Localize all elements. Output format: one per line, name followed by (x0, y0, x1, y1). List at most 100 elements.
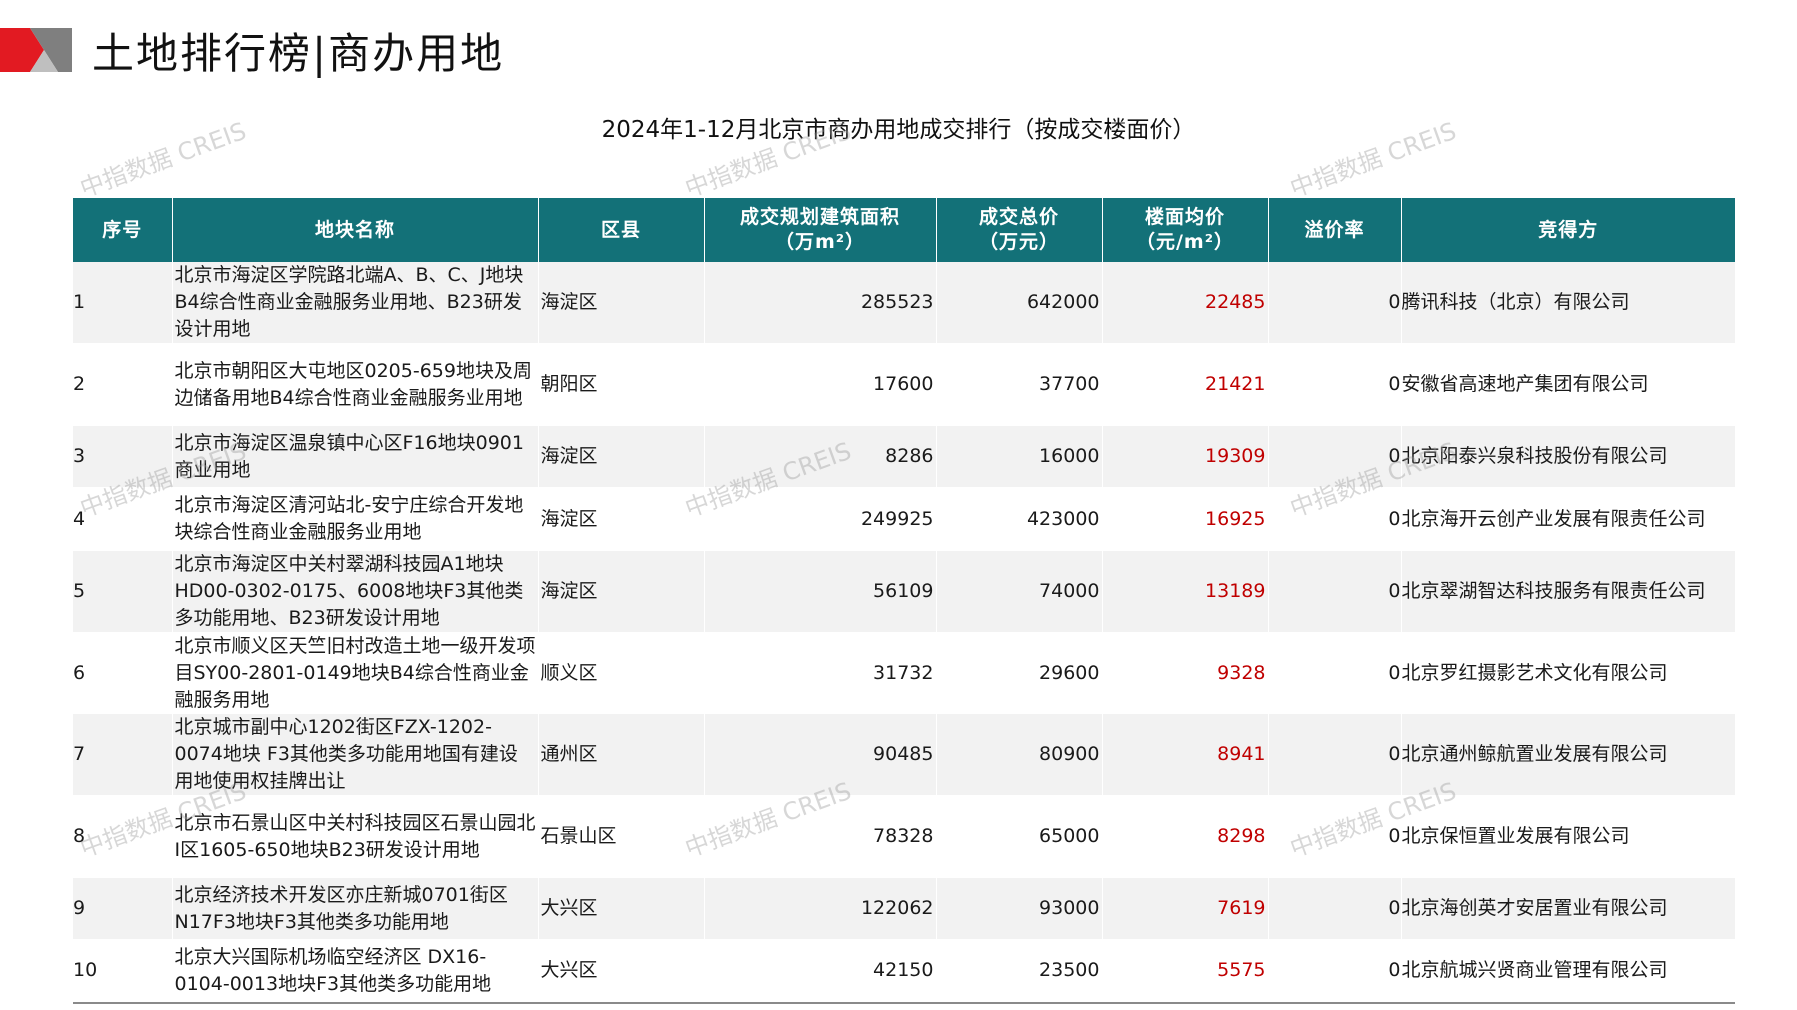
cell-price: 16925 (1102, 487, 1269, 551)
cell-winner: 北京保恒置业发展有限公司 (1401, 795, 1735, 878)
cell-district: 朝阳区 (538, 343, 705, 426)
cell-seq: 9 (73, 878, 173, 939)
cell-district: 通州区 (538, 714, 705, 795)
cell-price: 8298 (1102, 795, 1269, 878)
table-header-row: 序号 地块名称 区县 成交规划建筑面积 （万m²） 成交总价 （万元） 楼面均价 （元/m²）溢… (73, 198, 1735, 262)
cell-district: 海淀区 (538, 551, 705, 632)
cell-area: 17600 (704, 343, 937, 426)
cell-winner: 北京翠湖智达科技服务有限责任公司 (1401, 551, 1735, 632)
cell-district: 海淀区 (538, 487, 705, 551)
cell-district: 顺义区 (538, 632, 705, 714)
cell-winner: 北京通州鲸航置业发展有限公司 (1401, 714, 1735, 795)
cell-total: 23500 (936, 939, 1103, 1004)
cell-district: 海淀区 (538, 426, 705, 487)
cell-winner: 安徽省高速地产集团有限公司 (1401, 343, 1735, 426)
cell-name: 北京市石景山区中关村科技园区石景山园北Ⅰ区1605-650地块B23研发设计用地 (172, 795, 539, 878)
cell-total: 642000 (936, 262, 1103, 343)
header-col-name: 地块名称 (172, 198, 539, 262)
logo-icon (0, 28, 72, 72)
cell-area: 122062 (704, 878, 937, 939)
cell-total: 423000 (936, 487, 1103, 551)
cell-seq: 8 (73, 795, 173, 878)
cell-total: 16000 (936, 426, 1103, 487)
header-col-area: 成交规划建筑面积 （万m²） (704, 198, 937, 262)
table-row: 8 北京市石景山区中关村科技园区石景山园北Ⅰ区1605-650地块B23研发设计用… (73, 795, 1735, 878)
cell-seq: 7 (73, 714, 173, 795)
cell-seq: 5 (73, 551, 173, 632)
cell-seq: 10 (73, 939, 173, 1004)
cell-area: 285523 (704, 262, 937, 343)
cell-premium: 0 (1268, 487, 1402, 551)
ranking-table: 序号 地块名称 区县 成交规划建筑面积 （万m²） 成交总价 （万元） 楼面均价 （元/m²）溢… (73, 198, 1735, 1004)
cell-name: 北京城市副中心1202街区FZX-1202-0074地块 F3其他类多功能用地国… (172, 714, 539, 795)
cell-name: 北京市朝阳区大屯地区0205-659地块及周边储备用地B4综合性商业金融服务业用… (172, 343, 539, 426)
cell-name: 北京市海淀区中关村翠湖科技园A1地块HD00-0302-0175、6008地块F… (172, 551, 539, 632)
cell-seq: 6 (73, 632, 173, 714)
cell-total: 37700 (936, 343, 1103, 426)
cell-price: 9328 (1102, 632, 1269, 714)
cell-winner: 北京航城兴贤商业管理有限公司 (1401, 939, 1735, 1004)
cell-area: 90485 (704, 714, 937, 795)
cell-name: 北京大兴国际机场临空经济区 DX16-0104-0013地块F3其他类多功能用地 (172, 939, 539, 1004)
table-title: 2024年1-12月北京市商办用地成交排行（按成交楼面价） (601, 117, 1196, 143)
cell-total: 93000 (936, 878, 1103, 939)
cell-name: 北京市顺义区天竺旧村改造土地一级开发项目SY00-2801-0149地块B4综合… (172, 632, 539, 714)
cell-winner: 北京阳泰兴泉科技股份有限公司 (1401, 426, 1735, 487)
cell-price: 7619 (1102, 878, 1269, 939)
cell-winner: 北京海开云创产业发展有限责任公司 (1401, 487, 1735, 551)
table-row: 5 北京市海淀区中关村翠湖科技园A1地块HD00-0302-0175、6008地块… (73, 551, 1735, 632)
table-row: 10 北京大兴国际机场临空经济区 DX16-0104-0013地块F3其他类多功能… (73, 939, 1735, 1004)
cell-area: 249925 (704, 487, 937, 551)
cell-premium: 0 (1268, 262, 1402, 343)
cell-name: 北京市海淀区学院路北端A、B、C、J地块B4综合性商业金融服务业用地、B23研发… (172, 262, 539, 343)
cell-area: 8286 (704, 426, 937, 487)
table-row: 3 北京市海淀区温泉镇中心区F16地块0901商业用地 海淀区 8286 16000 19… (73, 426, 1735, 487)
cell-seq: 3 (73, 426, 173, 487)
cell-premium: 0 (1268, 878, 1402, 939)
cell-area: 31732 (704, 632, 937, 714)
cell-premium: 0 (1268, 426, 1402, 487)
cell-area: 56109 (704, 551, 937, 632)
cell-premium: 0 (1268, 551, 1402, 632)
header-col-total: 成交总价 （万元） (936, 198, 1103, 262)
cell-premium: 0 (1268, 939, 1402, 1004)
header-col-seq: 序号 (73, 198, 173, 262)
cell-name: 北京市海淀区温泉镇中心区F16地块0901商业用地 (172, 426, 539, 487)
cell-total: 80900 (936, 714, 1103, 795)
cell-winner: 北京海创英才安居置业有限公司 (1401, 878, 1735, 939)
cell-seq: 1 (73, 262, 173, 343)
header-col-premium: 溢价率 (1268, 198, 1402, 262)
header-col-district: 区县 (538, 198, 705, 262)
page-title: 土地排行榜|商办用地 (92, 29, 505, 78)
cell-district: 海淀区 (538, 262, 705, 343)
header-col-price: 楼面均价 （元/m²） (1102, 198, 1269, 262)
table-body: 1 北京市海淀区学院路北端A、B、C、J地块B4综合性商业金融服务业用地、B23研… (73, 262, 1735, 1004)
cell-seq: 2 (73, 343, 173, 426)
cell-winner: 北京罗红摄影艺术文化有限公司 (1401, 632, 1735, 714)
cell-price: 13189 (1102, 551, 1269, 632)
cell-premium: 0 (1268, 343, 1402, 426)
cell-price: 21421 (1102, 343, 1269, 426)
table-row: 9 北京经济技术开发区亦庄新城0701街区 N17F3地块F3其他类多功能用地 大兴… (73, 878, 1735, 939)
cell-seq: 4 (73, 487, 173, 551)
cell-price: 8941 (1102, 714, 1269, 795)
header-col-winner: 竞得方 (1401, 198, 1735, 262)
table-row: 7 北京城市副中心1202街区FZX-1202-0074地块 F3其他类多功能用地… (73, 714, 1735, 795)
table-row: 6 北京市顺义区天竺旧村改造土地一级开发项目SY00-2801-0149地块B4综… (73, 632, 1735, 714)
cell-district: 大兴区 (538, 939, 705, 1004)
cell-total: 74000 (936, 551, 1103, 632)
cell-district: 石景山区 (538, 795, 705, 878)
cell-premium: 0 (1268, 632, 1402, 714)
cell-total: 29600 (936, 632, 1103, 714)
cell-winner: 腾讯科技（北京）有限公司 (1401, 262, 1735, 343)
cell-price: 22485 (1102, 262, 1269, 343)
cell-premium: 0 (1268, 714, 1402, 795)
cell-district: 大兴区 (538, 878, 705, 939)
table-row: 4 北京市海淀区清河站北-安宁庄综合开发地块综合性商业金融服务业用地 海淀区 2499… (73, 487, 1735, 551)
cell-name: 北京经济技术开发区亦庄新城0701街区 N17F3地块F3其他类多功能用地 (172, 878, 539, 939)
cell-area: 78328 (704, 795, 937, 878)
cell-price: 5575 (1102, 939, 1269, 1004)
cell-price: 19309 (1102, 426, 1269, 487)
table-row: 1 北京市海淀区学院路北端A、B、C、J地块B4综合性商业金融服务业用地、B23研… (73, 262, 1735, 343)
cell-premium: 0 (1268, 795, 1402, 878)
